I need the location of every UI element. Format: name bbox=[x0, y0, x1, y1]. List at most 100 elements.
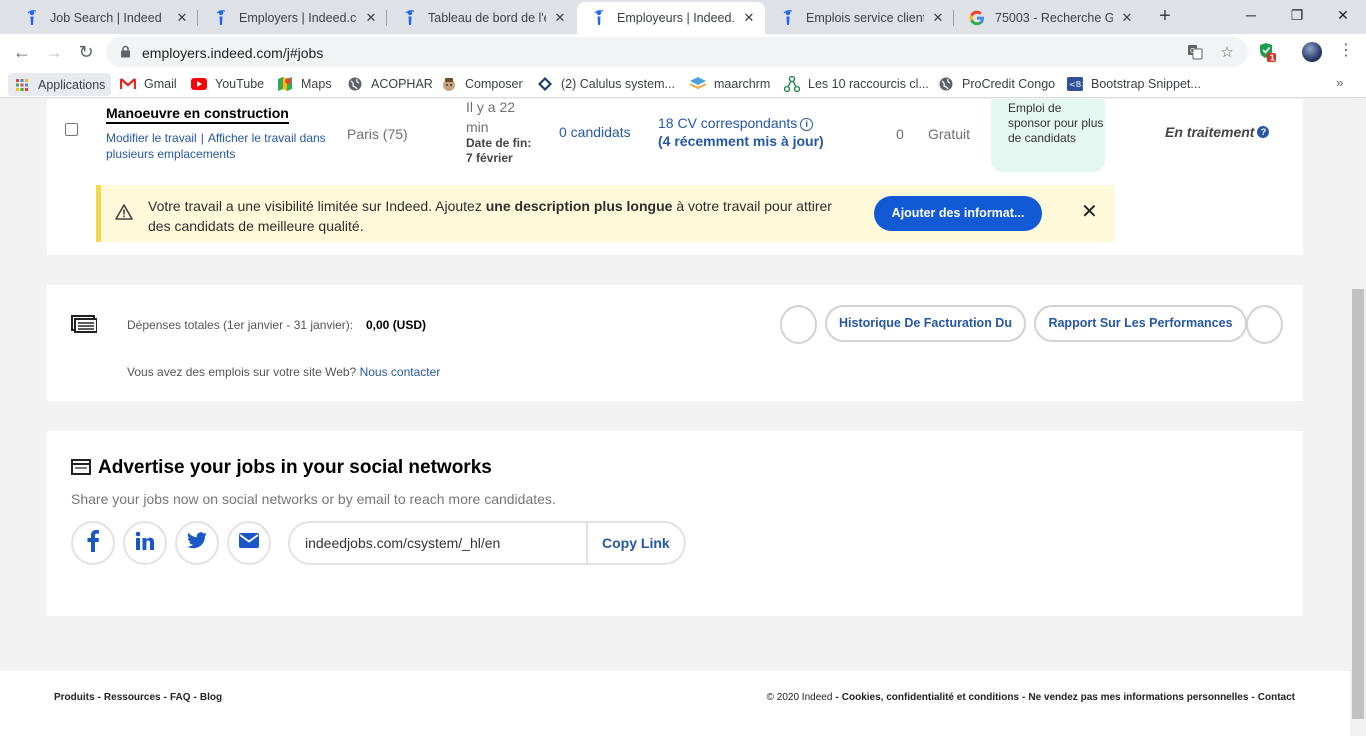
advertise-card: Advertise your jobs in your social netwo… bbox=[47, 431, 1303, 616]
twitter-icon bbox=[187, 532, 207, 554]
page-footer: Produits - Ressources - FAQ - Blog © 2020 Inde… bbox=[0, 671, 1350, 736]
bookmark-raccourcis[interactable]: Les 10 raccourcis cl... bbox=[784, 75, 929, 93]
bookmark-gmail[interactable]: Gmail bbox=[120, 75, 177, 93]
web-jobs-question: Vous avez des emplois sur votre site Web… bbox=[127, 365, 357, 379]
footer-link-faq[interactable]: FAQ bbox=[170, 692, 191, 703]
minimize-icon[interactable]: ─ bbox=[1228, 0, 1274, 30]
billing-history-button[interactable]: Historique De Facturation Du bbox=[825, 305, 1026, 342]
footer-link-do-not-sell[interactable]: Ne vendez pas mes informations personnel… bbox=[1028, 692, 1248, 703]
bookmark-maarchrm[interactable]: maarchrm bbox=[690, 75, 770, 93]
maximize-icon[interactable]: ❐ bbox=[1274, 0, 1320, 30]
info-icon[interactable]: i bbox=[800, 118, 814, 131]
status-text: En traitement bbox=[1165, 124, 1255, 140]
indeed-icon bbox=[24, 10, 40, 26]
gmail-icon bbox=[120, 76, 136, 92]
bookmark-label: YouTube bbox=[215, 77, 265, 91]
linkedin-icon bbox=[135, 531, 155, 556]
tab-employers[interactable]: Employers | Indeed.com ✕ bbox=[199, 2, 387, 34]
indeed-icon bbox=[213, 10, 229, 26]
svg-text:<B>: <B> bbox=[1069, 80, 1083, 89]
cv-recent-link[interactable]: (4 récemment mis à jour) bbox=[658, 133, 824, 149]
bookmark-composer[interactable]: Composer bbox=[441, 75, 523, 93]
bookmark-label: ACOPHAR bbox=[371, 77, 433, 91]
indeed-icon bbox=[780, 10, 796, 26]
end-date-label: Date de fin: bbox=[466, 136, 532, 150]
extension-shield-icon[interactable]: 1 bbox=[1258, 42, 1280, 69]
sponsor-job-button[interactable]: Emploi de sponsor pour plus de candidats bbox=[991, 99, 1105, 172]
bookmark-calulus-system[interactable]: (2) Calulus system... bbox=[537, 75, 675, 93]
footer-link-produits[interactable]: Produits bbox=[54, 692, 95, 703]
posted-time: Il y a 22 min bbox=[466, 99, 546, 137]
cv-matches-link[interactable]: 18 CV correspondants bbox=[658, 115, 797, 131]
close-tab-icon[interactable]: ✕ bbox=[174, 10, 190, 26]
reload-icon[interactable]: ↻ bbox=[74, 40, 98, 64]
back-arrow-icon[interactable]: ← bbox=[10, 40, 34, 64]
tab-employeurs-active[interactable]: Employeurs | Indeed.co ✕ bbox=[577, 2, 765, 34]
new-tab-button[interactable]: + bbox=[1154, 5, 1176, 27]
edit-job-link[interactable]: Modifier le travail bbox=[106, 131, 197, 145]
performance-report-button[interactable]: Rapport Sur Les Performances bbox=[1034, 305, 1247, 342]
close-tab-icon[interactable]: ✕ bbox=[930, 10, 946, 26]
bookmark-youtube[interactable]: YouTube bbox=[191, 75, 264, 93]
bookmark-procredit[interactable]: ProCredit Congo bbox=[938, 75, 1055, 93]
bookmark-maps[interactable]: Maps bbox=[277, 75, 332, 93]
facebook-icon bbox=[87, 529, 99, 557]
bookmarks-overflow-icon[interactable]: » bbox=[1336, 75, 1343, 90]
job-title-link[interactable]: Manoeuvre en construction bbox=[106, 105, 289, 124]
close-tab-icon[interactable]: ✕ bbox=[741, 10, 757, 26]
share-link-field[interactable]: indeedjobs.com/csystem/_hl/en Copy Link bbox=[288, 521, 686, 565]
close-tab-icon[interactable]: ✕ bbox=[552, 10, 568, 26]
composer-icon bbox=[441, 76, 457, 92]
share-facebook-button[interactable] bbox=[71, 521, 115, 565]
translate-icon[interactable]: G bbox=[1186, 44, 1204, 62]
carousel-prev-button[interactable] bbox=[780, 305, 817, 344]
bookmark-star-icon[interactable]: ☆ bbox=[1218, 44, 1236, 62]
menu-kebab-icon[interactable]: ⋮ bbox=[1338, 41, 1354, 61]
job-status: En traitement? bbox=[1165, 124, 1270, 140]
tab-emplois-service-client[interactable]: Emplois service client, e ✕ bbox=[766, 2, 954, 34]
share-link-value[interactable]: indeedjobs.com/csystem/_hl/en bbox=[305, 535, 500, 551]
footer-separator: - bbox=[163, 692, 167, 703]
carousel-next-button[interactable] bbox=[1246, 305, 1283, 344]
footer-link-ressources[interactable]: Ressources bbox=[104, 692, 161, 703]
tab-google-search[interactable]: 75003 - Recherche Goo ✕ bbox=[955, 2, 1143, 34]
lock-icon bbox=[120, 45, 131, 63]
network-icon bbox=[784, 76, 800, 92]
address-bar[interactable]: employers.indeed.com/j#jobs G ☆ bbox=[106, 37, 1248, 67]
window-close-icon[interactable]: ✕ bbox=[1320, 0, 1366, 30]
footer-link-cookies[interactable]: Cookies, confidentialité et conditions bbox=[842, 692, 1019, 703]
job-select-checkbox[interactable] bbox=[65, 123, 78, 136]
copy-link-button[interactable]: Copy Link bbox=[602, 535, 670, 551]
share-email-button[interactable] bbox=[227, 521, 271, 565]
share-twitter-button[interactable] bbox=[175, 521, 219, 565]
page-content: Manoeuvre en construction Modifier le tr… bbox=[0, 99, 1350, 736]
help-icon[interactable]: ? bbox=[1257, 126, 1270, 138]
scrollbar-thumb[interactable] bbox=[1352, 289, 1364, 719]
web-jobs-text: Vous avez des emplois sur votre site Web… bbox=[127, 365, 440, 379]
close-tab-icon[interactable]: ✕ bbox=[1119, 10, 1135, 26]
close-tab-icon[interactable]: ✕ bbox=[363, 10, 379, 26]
bookmark-acophar[interactable]: ACOPHAR bbox=[347, 75, 433, 93]
advertise-title: Advertise your jobs in your social netwo… bbox=[98, 457, 492, 478]
add-information-button[interactable]: Ajouter des informat... bbox=[874, 196, 1042, 231]
layers-icon bbox=[690, 76, 706, 92]
billing-icon bbox=[71, 315, 98, 338]
footer-link-contact[interactable]: Contact bbox=[1258, 692, 1295, 703]
page-scrollbar[interactable] bbox=[1350, 99, 1366, 736]
indeed-icon bbox=[591, 10, 607, 26]
profile-avatar[interactable] bbox=[1302, 42, 1322, 62]
diamond-icon bbox=[537, 76, 553, 92]
footer-link-blog[interactable]: Blog bbox=[200, 692, 222, 703]
job-count: 0 bbox=[896, 126, 904, 142]
cv-matches[interactable]: 18 CV correspondants i (4 récemment mis à… bbox=[658, 114, 824, 150]
bookmark-applications[interactable]: Applications bbox=[8, 73, 112, 96]
close-icon[interactable]: ✕ bbox=[1081, 202, 1098, 222]
bootstrap-icon: <B> bbox=[1067, 76, 1083, 92]
tab-job-search[interactable]: Job Search | Indeed ✕ bbox=[10, 2, 198, 34]
tab-tableau-de-bord[interactable]: Tableau de bord de l'em ✕ bbox=[388, 2, 576, 34]
share-linkedin-button[interactable] bbox=[123, 521, 167, 565]
forward-arrow-icon[interactable]: → bbox=[42, 40, 66, 64]
contact-us-link[interactable]: Nous contacter bbox=[360, 365, 441, 379]
bookmark-bootstrap[interactable]: <B> Bootstrap Snippet... bbox=[1067, 75, 1201, 93]
candidates-link[interactable]: 0 candidats bbox=[559, 124, 631, 140]
